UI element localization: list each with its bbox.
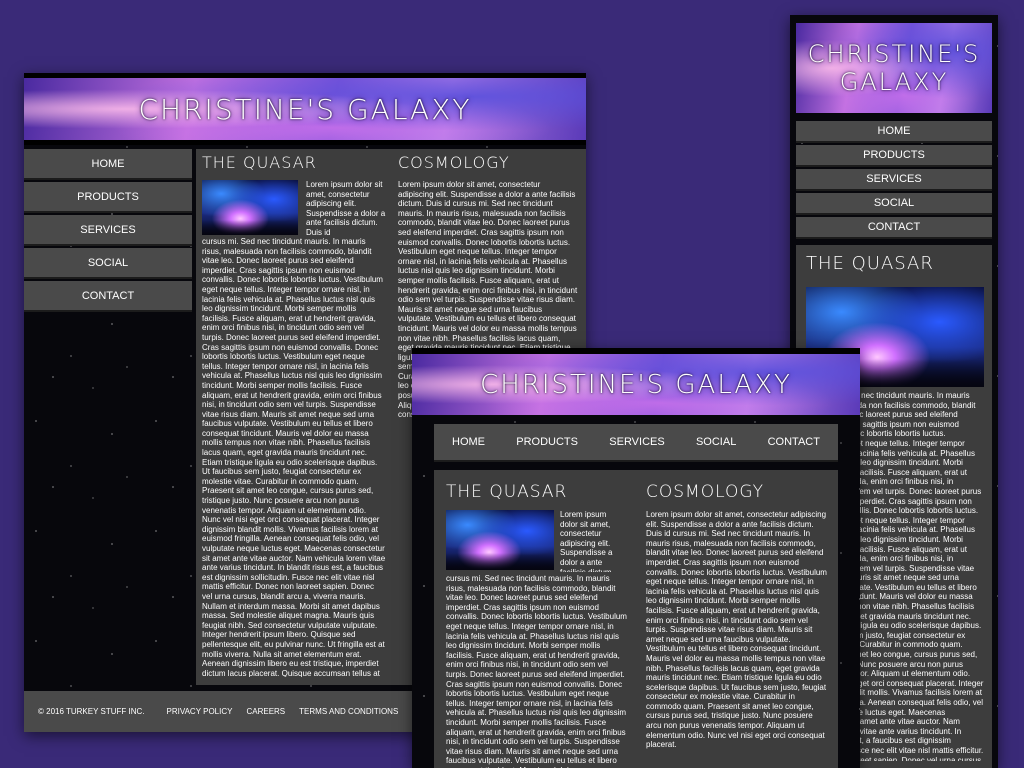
mobile-nav-products[interactable]: PRODUCTS — [796, 145, 992, 167]
mobile-nav-services[interactable]: SERVICES — [796, 169, 992, 191]
tablet-nav-home[interactable]: HOME — [452, 436, 485, 448]
nav-contact[interactable]: CONTACT — [24, 281, 192, 312]
quasar-heading: THE QUASAR — [202, 153, 317, 172]
site-banner: CHRISTINE'S GALAXY — [24, 78, 586, 140]
mobile-nav-home[interactable]: HOME — [796, 121, 992, 143]
mobile-quasar-heading: THE QUASAR — [806, 253, 934, 274]
mobile-nav-contact[interactable]: CONTACT — [796, 217, 992, 239]
footer-link-terms[interactable]: TERMS AND CONDITIONS — [299, 707, 398, 716]
footer-link-careers[interactable]: CAREERS — [246, 707, 285, 716]
tablet-quasar-image — [446, 510, 554, 570]
tablet-nav-social[interactable]: SOCIAL — [696, 436, 736, 448]
mobile-title-line2: GALAXY — [839, 68, 949, 96]
tablet-cosmology-heading: COSMOLOGY — [646, 482, 765, 502]
nav-social[interactable]: SOCIAL — [24, 248, 192, 279]
tablet-quasar-body: cursus mi. Sed nec tincidunt mauris. In … — [446, 574, 627, 768]
footer-link-privacy[interactable]: PRIVACY POLICY — [167, 707, 233, 716]
footer-copyright: © 2016 TURKEY STUFF INC. — [38, 707, 145, 716]
tablet-cosmology-body: Lorem ipsum dolor sit amet, consectetur … — [646, 510, 827, 750]
tablet-site-title: CHRISTINE'S GALAXY — [480, 369, 792, 400]
tablet-nav-bar: HOME PRODUCTS SERVICES SOCIAL CONTACT — [434, 424, 838, 462]
quasar-body: cursus mi. Sed nec tincidunt mauris. In … — [202, 237, 386, 677]
tablet-quasar-heading: THE QUASAR — [446, 482, 568, 502]
mobile-banner: CHRISTINE'S GALAXY — [796, 23, 992, 113]
mobile-title-line1: CHRISTINE'S — [807, 40, 981, 68]
nav-home[interactable]: HOME — [24, 149, 192, 180]
quasar-image — [202, 180, 298, 235]
quasar-intro: Lorem ipsum dolor sit amet, consectetur … — [306, 180, 386, 236]
nav-services[interactable]: SERVICES — [24, 215, 192, 246]
nav-products[interactable]: PRODUCTS — [24, 182, 192, 213]
tablet-mockup: CHRISTINE'S GALAXY HOME PRODUCTS SERVICE… — [412, 348, 860, 768]
site-title: CHRISTINE'S GALAXY — [138, 92, 472, 126]
tablet-nav-products[interactable]: PRODUCTS — [516, 436, 578, 448]
cosmology-heading: COSMOLOGY — [398, 153, 510, 172]
tablet-quasar-intro: Lorem ipsum dolor sit amet, consectetur … — [560, 510, 614, 572]
mobile-nav-social[interactable]: SOCIAL — [796, 193, 992, 215]
tablet-banner: CHRISTINE'S GALAXY — [412, 354, 860, 415]
tablet-content-panel: THE QUASAR Lorem ipsum dolor sit amet, c… — [434, 470, 838, 768]
tablet-nav-contact[interactable]: CONTACT — [768, 436, 820, 448]
tablet-nav-services[interactable]: SERVICES — [609, 436, 664, 448]
